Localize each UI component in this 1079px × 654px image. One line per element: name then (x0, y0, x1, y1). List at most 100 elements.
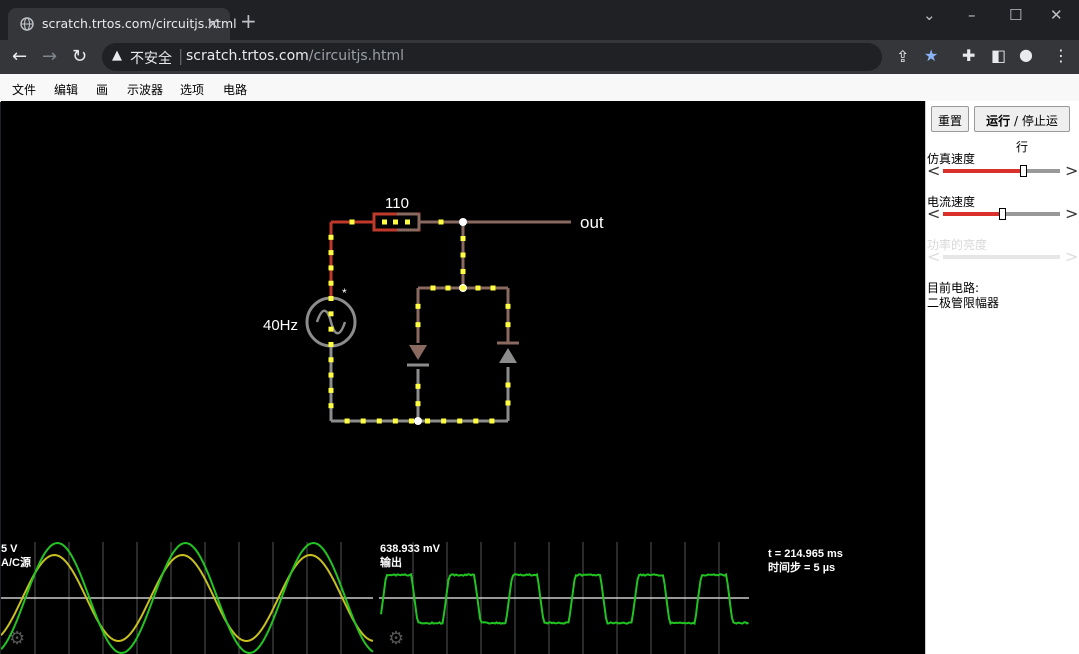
profile-icon[interactable]: ● (1019, 45, 1033, 64)
current-dot (473, 419, 478, 424)
tab-search-chevron-icon[interactable]: ⌄ (923, 6, 936, 24)
run-stop-button[interactable]: 运行 / 停止运行 (974, 106, 1070, 132)
menu-draw[interactable]: 画 (96, 81, 108, 98)
sim-speed-thumb[interactable] (1020, 165, 1027, 177)
current-dot (491, 286, 496, 291)
browser-toolbar: ← → ↻ ▲ 不安全 | scratch.trtos.com/circuitj… (0, 40, 1079, 74)
source-frequency-label: 40Hz (263, 317, 298, 334)
current-dot (416, 322, 421, 327)
current-dot (329, 403, 334, 408)
window-close-icon[interactable]: ✕ (1050, 6, 1063, 24)
current-dot (461, 236, 466, 241)
sim-speed-track[interactable] (943, 169, 1060, 173)
scope2-name: 输出 (380, 555, 402, 569)
current-dot (329, 342, 334, 347)
reload-icon[interactable]: ↻ (72, 46, 87, 67)
current-dot (416, 401, 421, 406)
current-dot (329, 388, 334, 393)
warning-icon[interactable]: ▲ (112, 48, 122, 63)
menu-scopes[interactable]: 示波器 (127, 81, 163, 98)
security-label[interactable]: 不安全 (130, 48, 172, 68)
share-icon[interactable]: ⇪ (896, 47, 909, 66)
maximize-icon[interactable]: ☐ (1009, 6, 1022, 24)
tab-close-icon[interactable]: × (206, 14, 220, 34)
current-dot (329, 235, 334, 240)
current-dot (329, 311, 334, 316)
current-dot (361, 419, 366, 424)
node-out (459, 218, 467, 226)
url-text[interactable]: scratch.trtos.com/circuitjs.html (186, 48, 404, 64)
scope1-gear-icon[interactable]: ⚙ (9, 628, 25, 649)
source-marker: * (342, 286, 347, 300)
chevron-right-icon[interactable]: > (1065, 161, 1078, 180)
current-dot (416, 304, 421, 309)
stop-label: / 停止运行 (1010, 114, 1058, 154)
bookmark-star-icon[interactable]: ★ (924, 46, 938, 65)
browser-tab-strip: scratch.trtos.com/circuitjs.html × + ⌄ –… (0, 0, 1079, 40)
node-bottom (414, 417, 422, 425)
back-icon[interactable]: ← (12, 46, 27, 67)
power-brightness-track (943, 255, 1060, 259)
url-path: /circuitjs.html (309, 48, 404, 64)
menu-edit[interactable]: 编辑 (54, 81, 78, 98)
current-dot (506, 304, 511, 309)
current-dot (461, 286, 466, 291)
current-dot (377, 419, 382, 424)
more-menu-icon[interactable]: ⋮ (1053, 46, 1069, 65)
side-panel-icon[interactable]: ◧ (991, 46, 1006, 65)
reset-button[interactable]: 重置 (931, 106, 969, 132)
current-speed-track[interactable] (943, 212, 1060, 216)
scope1-name: A/C源 (1, 555, 31, 569)
current-dot (446, 286, 451, 291)
resistor-label: 110 (385, 195, 409, 212)
current-dot (439, 220, 444, 225)
forward-icon[interactable]: → (42, 46, 57, 67)
current-dot (506, 383, 511, 388)
scope2-value: 638.933 mV (380, 543, 441, 555)
scope-2[interactable]: 638.933 mV 输出 ⚙ (379, 542, 749, 654)
minimize-icon[interactable]: – (968, 6, 976, 24)
menu-circuits[interactable]: 电路 (223, 81, 247, 98)
chevron-right-icon[interactable]: > (1065, 204, 1078, 223)
chevron-right-icon: > (1065, 247, 1078, 266)
circuit-canvas[interactable]: 110 40Hz * out 5 V A/C源 ⚙ 638.933 mV 输出 … (1, 101, 925, 654)
current-dot (329, 296, 334, 301)
current-dot (461, 253, 466, 258)
current-dot (489, 419, 494, 424)
current-speed-fill (943, 212, 1002, 216)
power-brightness-slider: < > (926, 250, 1078, 264)
url-host: scratch.trtos.com (186, 48, 309, 64)
timestep-readout: 时间步 = 5 µs (768, 560, 835, 574)
chevron-left-icon: < (927, 247, 940, 266)
globe-icon (20, 17, 34, 31)
current-circuit-name: 二极管限幅器 (927, 294, 999, 311)
scope2-gear-icon[interactable]: ⚙ (388, 628, 404, 649)
scope-1[interactable]: 5 V A/C源 ⚙ (1, 542, 373, 654)
current-speed-thumb[interactable] (999, 208, 1006, 220)
address-bar[interactable]: ▲ 不安全 | scratch.trtos.com/circuitjs.html… (102, 43, 882, 71)
current-dot (441, 419, 446, 424)
current-dot (457, 419, 462, 424)
current-dot (461, 269, 466, 274)
browser-tab[interactable]: scratch.trtos.com/circuitjs.html × (8, 8, 230, 40)
current-dot (329, 250, 334, 255)
current-dot (393, 220, 398, 225)
new-tab-icon[interactable]: + (240, 9, 257, 33)
menu-options[interactable]: 选项 (180, 81, 204, 98)
current-dot (329, 357, 334, 362)
extensions-icon[interactable]: ✚ (962, 46, 975, 65)
scope2-trace-output (381, 574, 749, 623)
current-dot (425, 419, 430, 424)
diode-down[interactable] (409, 345, 427, 360)
sim-speed-slider[interactable]: < > (926, 164, 1078, 178)
current-dot (329, 373, 334, 378)
current-speed-slider[interactable]: < > (926, 207, 1078, 221)
circuit-svg[interactable]: 110 40Hz * out 5 V A/C源 ⚙ 638.933 mV 输出 … (1, 101, 925, 654)
chevron-left-icon[interactable]: < (927, 161, 940, 180)
menu-file[interactable]: 文件 (12, 81, 36, 98)
current-dot (506, 322, 511, 327)
diode-up[interactable] (499, 348, 517, 363)
scope1-value: 5 V (1, 543, 18, 555)
time-readout: t = 214.965 ms (768, 548, 843, 560)
chevron-left-icon[interactable]: < (927, 204, 940, 223)
